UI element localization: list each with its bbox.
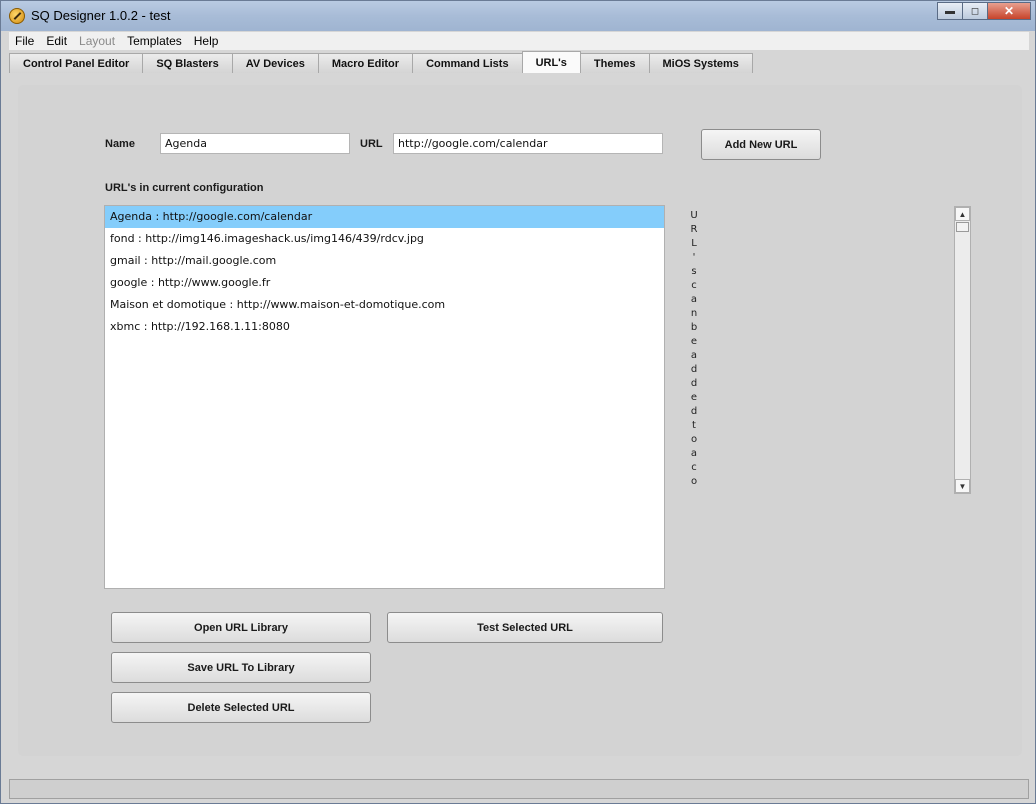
window-title: SQ Designer 1.0.2 - test xyxy=(31,8,171,23)
list-item[interactable]: Maison et domotique : http://www.maison-… xyxy=(105,294,664,316)
status-bar xyxy=(9,779,1029,799)
list-item[interactable]: Agenda : http://google.com/calendar xyxy=(105,206,664,228)
list-item[interactable]: google : http://www.google.fr xyxy=(105,272,664,294)
list-item[interactable]: fond : http://img146.imageshack.us/img14… xyxy=(105,228,664,250)
url-label: URL xyxy=(360,138,383,150)
tab-control-panel-editor[interactable]: Control Panel Editor xyxy=(9,53,144,73)
menu-file[interactable]: File xyxy=(9,34,40,48)
title-bar[interactable]: SQ Designer 1.0.2 - test ▬ ◻ ✕ xyxy=(1,1,1035,31)
menu-bar: File Edit Layout Templates Help xyxy=(9,32,1029,50)
chevron-down-icon: ▼ xyxy=(958,481,967,491)
delete-selected-url-button[interactable]: Delete Selected URL xyxy=(111,692,371,723)
info-scrollbar[interactable]: ▲ ▼ xyxy=(954,206,971,494)
tab-mios-systems[interactable]: MiOS Systems xyxy=(648,53,753,73)
urls-panel: Name Agenda URL http://google.com/calend… xyxy=(18,85,1022,756)
maximize-button[interactable]: ◻ xyxy=(962,2,988,20)
name-field[interactable]: Agenda xyxy=(160,133,350,154)
menu-layout[interactable]: Layout xyxy=(73,34,121,48)
pen-icon xyxy=(9,8,25,24)
close-icon: ✕ xyxy=(1003,4,1015,18)
tab-themes[interactable]: Themes xyxy=(579,53,650,73)
open-url-library-button[interactable]: Open URL Library xyxy=(111,612,371,643)
maximize-icon: ◻ xyxy=(970,5,980,17)
name-label: Name xyxy=(105,138,135,150)
tab-command-lists[interactable]: Command Lists xyxy=(412,53,523,73)
minimize-button[interactable]: ▬ xyxy=(937,2,963,20)
menu-edit[interactable]: Edit xyxy=(40,34,73,48)
scroll-down-button[interactable]: ▼ xyxy=(955,479,970,493)
tab-urls[interactable]: URL's xyxy=(521,51,581,73)
list-item[interactable]: gmail : http://mail.google.com xyxy=(105,250,664,272)
save-url-to-library-button[interactable]: Save URL To Library xyxy=(111,652,371,683)
menu-help[interactable]: Help xyxy=(188,34,225,48)
scroll-up-button[interactable]: ▲ xyxy=(955,207,970,221)
url-field[interactable]: http://google.com/calendar xyxy=(393,133,663,154)
url-list-heading: URL's in current configuration xyxy=(105,182,264,194)
tab-av-devices[interactable]: AV Devices xyxy=(231,53,319,73)
close-button[interactable]: ✕ xyxy=(987,2,1031,20)
chevron-up-icon: ▲ xyxy=(958,209,967,219)
menu-templates[interactable]: Templates xyxy=(121,34,188,48)
tab-macro-editor[interactable]: Macro Editor xyxy=(317,53,414,73)
list-item[interactable]: xbmc : http://192.168.1.11:8080 xyxy=(105,316,664,338)
url-list[interactable]: Agenda : http://google.com/calendar fond… xyxy=(104,205,665,589)
tab-sq-blasters[interactable]: SQ Blasters xyxy=(142,53,233,73)
test-selected-url-button[interactable]: Test Selected URL xyxy=(387,612,663,643)
app-window: SQ Designer 1.0.2 - test ▬ ◻ ✕ File Edit… xyxy=(0,0,1036,804)
add-new-url-button[interactable]: Add New URL xyxy=(701,129,821,160)
minimize-icon: ▬ xyxy=(945,5,955,17)
tab-bar: Control Panel Editor SQ Blasters AV Devi… xyxy=(9,51,1029,73)
url-info-text: U R L ' s c a n b e a d d e d t o a c o xyxy=(690,210,698,487)
scroll-thumb[interactable] xyxy=(956,222,969,232)
